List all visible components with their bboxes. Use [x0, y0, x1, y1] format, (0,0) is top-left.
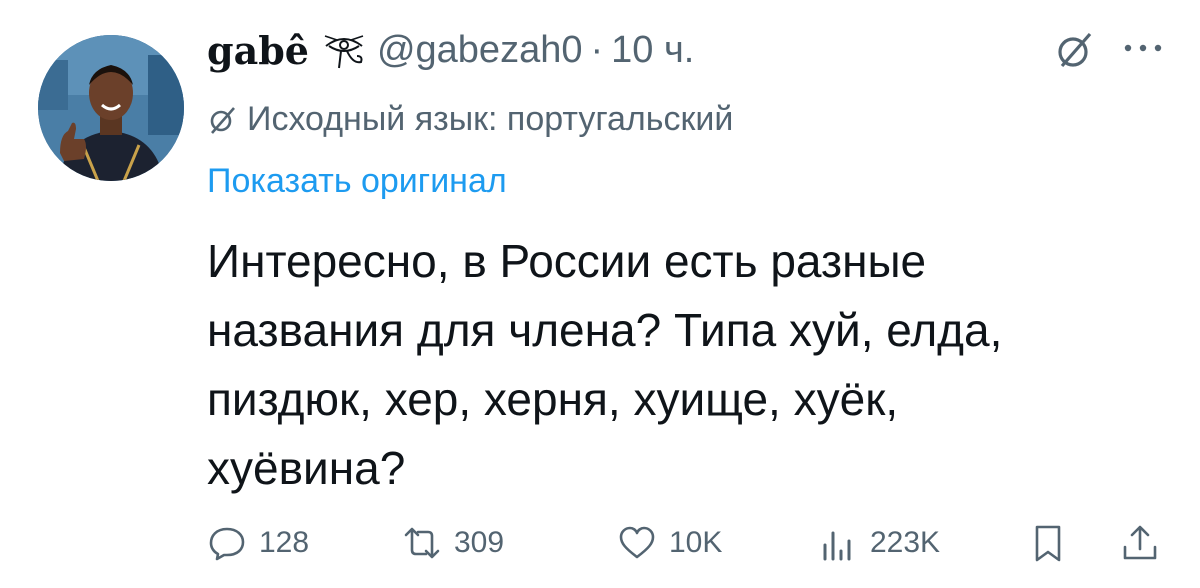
repost-count: 309: [454, 526, 505, 559]
views-count: 223K: [870, 526, 941, 559]
like-button[interactable]: 10K: [617, 515, 722, 571]
share-button[interactable]: [1120, 515, 1160, 571]
grok-icon[interactable]: [1054, 30, 1096, 70]
avatar[interactable]: [38, 35, 184, 181]
views-button[interactable]: 223K: [818, 515, 940, 571]
grok-translate-icon: [210, 106, 235, 134]
bookmark-button[interactable]: [1028, 515, 1068, 571]
heart-icon: [619, 526, 655, 559]
like-count: 10K: [669, 526, 723, 559]
separator-dot: ·: [590, 28, 604, 71]
reply-count: 128: [259, 526, 310, 559]
more-options-icon[interactable]: [1118, 36, 1168, 60]
display-name[interactable]: gabê: [207, 28, 309, 73]
translation-label: Исходный язык: португальский: [247, 100, 734, 138]
repost-button[interactable]: 309: [402, 515, 504, 571]
views-chart-icon: [823, 531, 851, 561]
eye-of-horus-icon: [323, 30, 365, 70]
tweet-text-line: названия для члена? Типа хуй, елда,: [207, 304, 1003, 356]
user-handle[interactable]: @gabezah0: [377, 29, 583, 72]
tweet-text-line: пиздюк, хер, херня, хуище, хуёк,: [207, 373, 899, 425]
bookmark-icon: [1035, 525, 1061, 562]
tweet-header: gabê @gabezah0 · 10 ч.: [207, 22, 694, 78]
tweet-text: Интересно, в России есть разные названия…: [207, 227, 1167, 503]
tweet-text-line: Интересно, в России есть разные: [207, 235, 927, 287]
action-bar: 128 309 10K 223K: [0, 515, 1200, 575]
share-icon: [1123, 525, 1157, 560]
tweet-text-line: хуёвина?: [207, 442, 406, 494]
reply-button[interactable]: 128: [207, 515, 309, 571]
reply-icon: [209, 527, 245, 561]
avatar-image: [38, 35, 184, 181]
timestamp[interactable]: 10 ч.: [611, 29, 694, 72]
repost-icon: [404, 527, 440, 559]
show-original-link[interactable]: Показать оригинал: [207, 162, 507, 201]
translation-note: Исходный язык: португальский: [207, 100, 733, 139]
